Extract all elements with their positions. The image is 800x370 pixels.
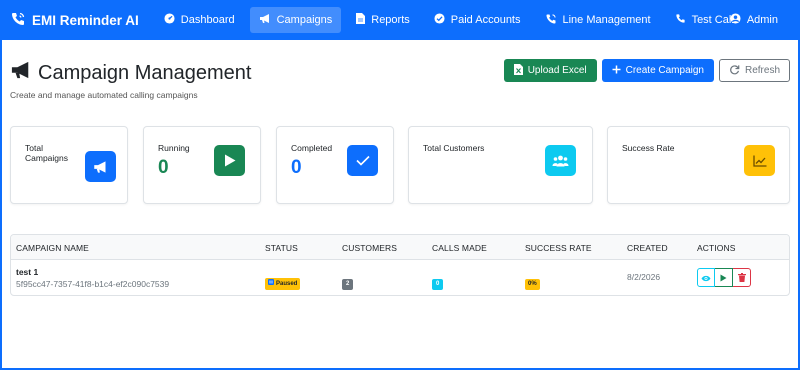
- stat-label: Total Campaigns: [25, 143, 68, 163]
- nav-paid-accounts[interactable]: Paid Accounts: [425, 7, 530, 33]
- brand[interactable]: EMI Reminder AI: [10, 11, 139, 30]
- row-actions: [697, 268, 751, 287]
- stat-card-success-rate: Success Rate: [607, 126, 790, 204]
- user-menu[interactable]: Admin: [730, 0, 778, 40]
- phone-volume-icon: [545, 13, 557, 28]
- plus-icon: [612, 65, 621, 77]
- campaign-name[interactable]: test 1: [16, 267, 38, 277]
- nav-line-management[interactable]: Line Management: [536, 7, 660, 33]
- nav-campaigns-label: Campaigns: [276, 14, 333, 26]
- nav-reports-label: Reports: [371, 14, 410, 26]
- gauge-icon: [164, 13, 175, 27]
- nav-paid-accounts-label: Paid Accounts: [450, 14, 521, 26]
- delete-button[interactable]: [733, 268, 751, 287]
- column-header: CAMPAIGN NAME: [16, 243, 89, 253]
- upload-excel-label: Upload Excel: [527, 65, 587, 76]
- column-header: CREATED: [627, 243, 668, 253]
- status-label: Paused: [276, 280, 298, 287]
- nav-line-management-label: Line Management: [562, 14, 651, 26]
- status-cell: Paused: [265, 272, 301, 290]
- stat-label: Completed: [291, 143, 333, 153]
- refresh-label: Refresh: [744, 65, 780, 76]
- stat-value: 0: [291, 157, 302, 178]
- view-button[interactable]: [697, 268, 715, 287]
- stat-card-running: Running 0: [143, 126, 261, 204]
- campaign-id: 5f95cc47-7357-41f8-b1c4-ef2c090c7539: [16, 279, 170, 289]
- upload-excel-button[interactable]: Upload Excel: [503, 59, 597, 82]
- file-excel-icon: [513, 63, 523, 78]
- pause-icon: [268, 279, 274, 289]
- page-subtitle: Create and manage automated calling camp…: [10, 90, 198, 100]
- users-icon: [545, 145, 576, 176]
- stat-card-total-campaigns: Total Campaigns: [10, 126, 128, 204]
- header-actions: Upload Excel Create Campaign Refresh: [503, 59, 790, 82]
- nav-items: Dashboard Campaigns Reports Paid Account…: [155, 0, 749, 40]
- column-header: CALLS MADE: [432, 243, 487, 253]
- column-header: CUSTOMERS: [342, 243, 398, 253]
- column-header: SUCCESS RATE: [525, 243, 592, 253]
- megaphone-icon: [10, 60, 32, 86]
- start-button[interactable]: [715, 268, 733, 287]
- stat-label: Total Customers: [423, 143, 485, 153]
- brand-name: EMI Reminder AI: [32, 12, 139, 28]
- create-campaign-label: Create Campaign: [625, 65, 704, 76]
- user-name: Admin: [746, 14, 778, 26]
- stat-card-total-customers: Total Customers: [408, 126, 593, 204]
- status-badge: Paused: [265, 278, 301, 290]
- phone-volume-icon: [10, 11, 26, 30]
- nav-campaigns[interactable]: Campaigns: [249, 7, 342, 33]
- nav-test-call-label: Test Call: [691, 14, 734, 26]
- column-header: STATUS: [265, 243, 298, 253]
- success-rate-badge: 0%: [525, 279, 540, 290]
- refresh-icon: [729, 64, 740, 78]
- customers-badge: 2: [342, 279, 354, 290]
- user-circle-icon: [730, 13, 741, 27]
- nav-dashboard-label: Dashboard: [180, 14, 235, 26]
- check-icon: [347, 145, 378, 176]
- refresh-button[interactable]: Refresh: [718, 59, 790, 82]
- calls-made-badge: 0: [432, 279, 444, 290]
- page-title: Campaign Management: [10, 60, 251, 86]
- play-icon: [720, 269, 727, 287]
- created-date: 8/2/2026: [627, 272, 661, 282]
- stat-card-completed: Completed 0: [276, 126, 394, 204]
- calls-made-cell: 0: [432, 272, 444, 290]
- success-rate-cell: 0%: [525, 272, 540, 290]
- stat-value: 0: [158, 157, 169, 178]
- navbar: EMI Reminder AI Dashboard Campaigns Repo…: [0, 0, 800, 40]
- megaphone-icon: [259, 13, 271, 27]
- page-title-text: Campaign Management: [38, 61, 252, 84]
- customers-cell: 2: [342, 272, 354, 290]
- nav-reports[interactable]: Reports: [347, 7, 419, 33]
- stat-label: Success Rate: [622, 143, 675, 153]
- play-icon: [214, 145, 245, 176]
- stat-label: Running: [158, 143, 190, 153]
- create-campaign-button[interactable]: Create Campaign: [601, 59, 714, 82]
- campaigns-table: CAMPAIGN NAME STATUS CUSTOMERS CALLS MAD…: [10, 234, 790, 296]
- table-row[interactable]: test 1 5f95cc47-7357-41f8-b1c4-ef2c090c7…: [11, 260, 789, 295]
- table-header: CAMPAIGN NAME STATUS CUSTOMERS CALLS MAD…: [11, 235, 789, 260]
- trash-icon: [737, 269, 746, 287]
- megaphone-icon: [85, 151, 116, 182]
- check-circle-icon: [434, 13, 445, 27]
- chart-line-icon: [744, 145, 775, 176]
- file-icon: [356, 13, 366, 27]
- nav-dashboard[interactable]: Dashboard: [155, 7, 244, 33]
- column-header: ACTIONS: [697, 243, 736, 253]
- eye-icon: [701, 269, 711, 287]
- phone-icon: [675, 13, 686, 27]
